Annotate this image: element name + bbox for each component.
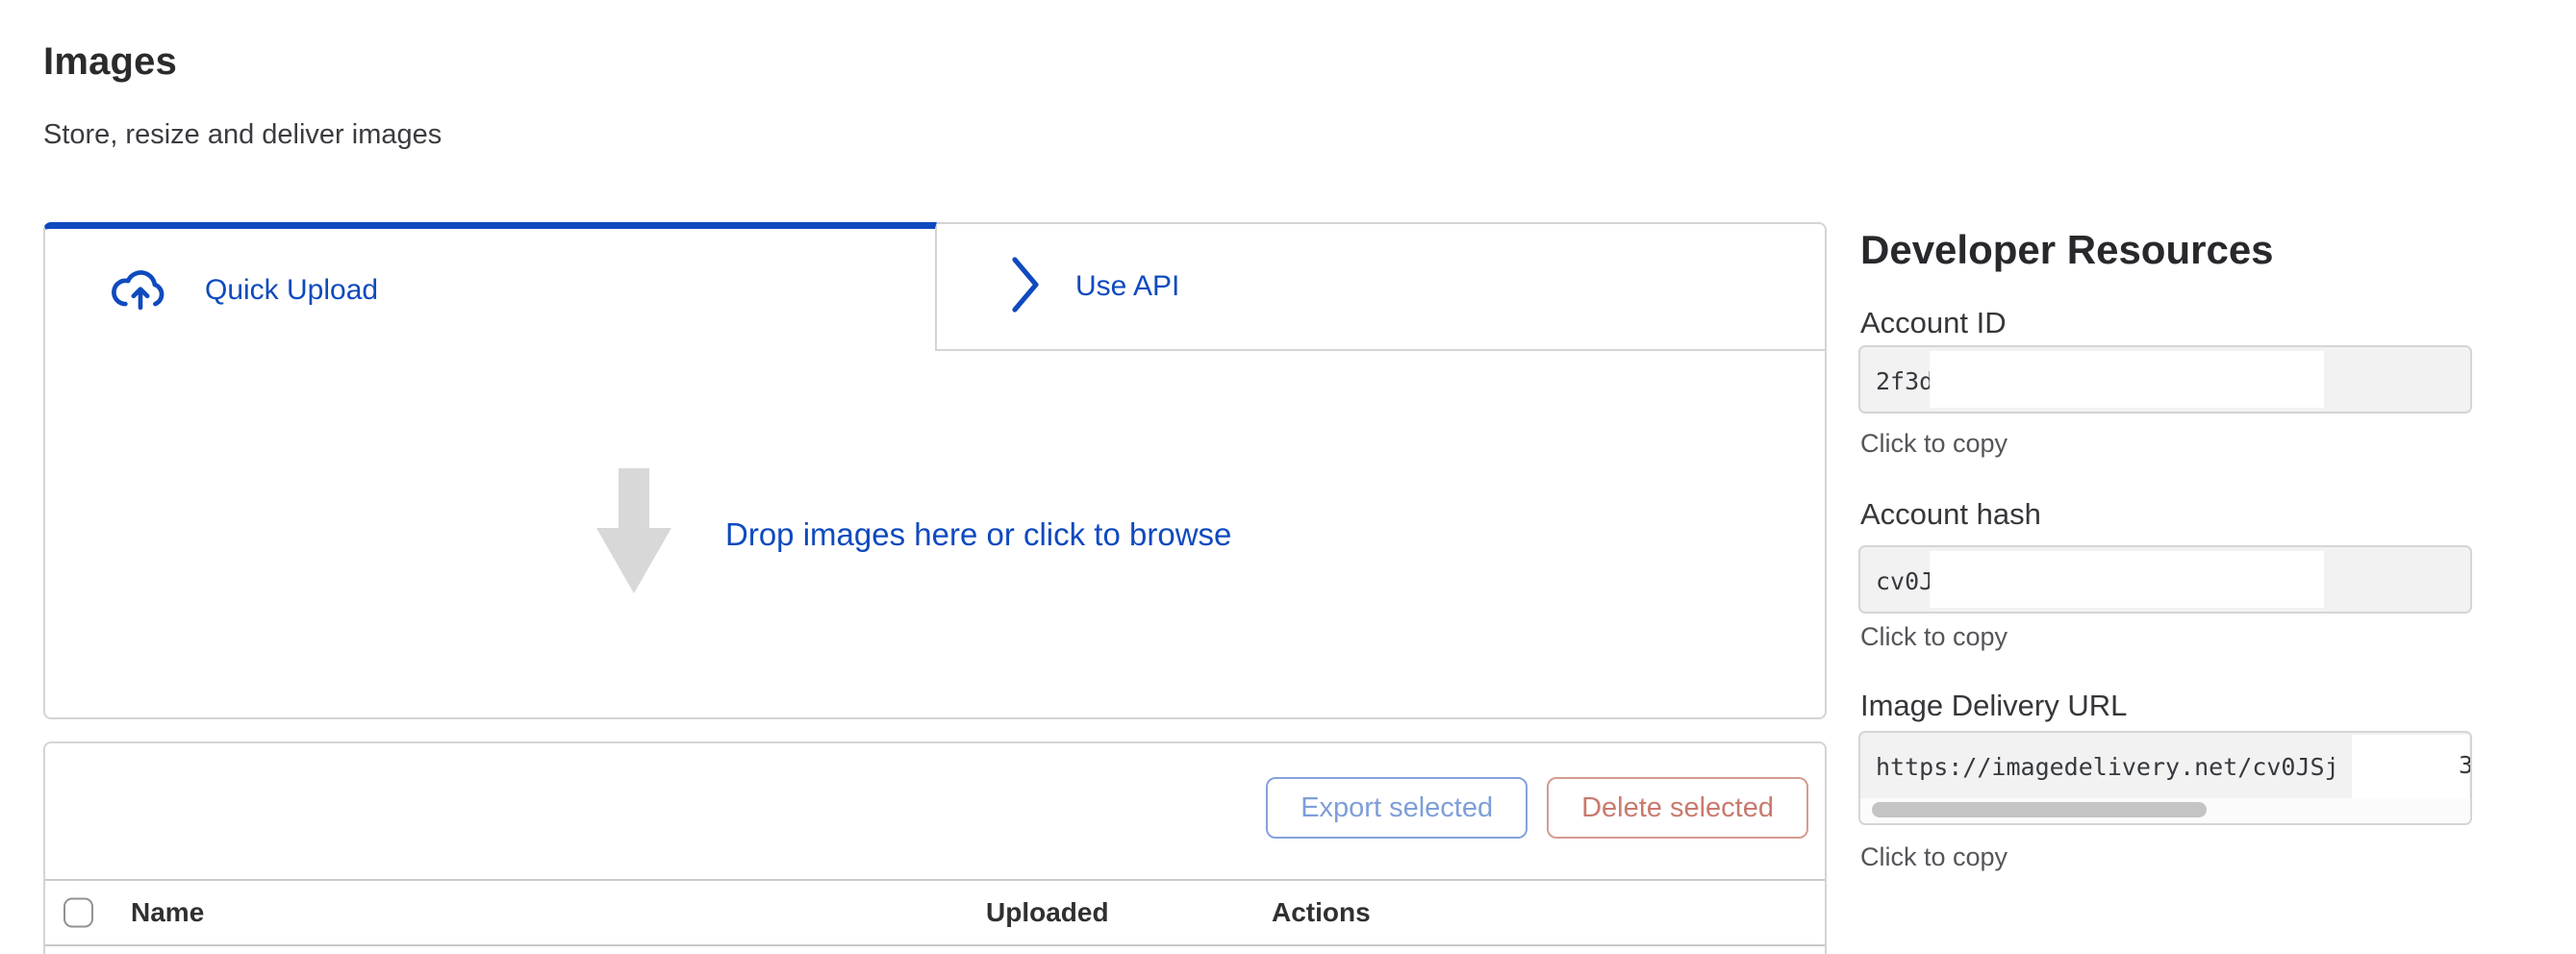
upload-panel: Quick Upload Use API Drop images here or… bbox=[43, 222, 1827, 954]
column-header-name: Name bbox=[131, 897, 204, 928]
account-hash-label: Account hash bbox=[1860, 497, 2041, 532]
images-page: Images Store, resize and deliver images … bbox=[0, 0, 2576, 954]
horizontal-scrollbar-thumb[interactable] bbox=[1872, 802, 2207, 817]
account-hash-value: cv0J bbox=[1876, 567, 1933, 595]
account-hash-copy-hint: Click to copy bbox=[1860, 622, 2008, 652]
select-all-checkbox[interactable] bbox=[63, 898, 93, 928]
column-header-actions: Actions bbox=[1272, 897, 1371, 928]
image-delivery-url-label: Image Delivery URL bbox=[1860, 689, 2127, 723]
account-id-copy-hint: Click to copy bbox=[1860, 429, 2008, 459]
chevron-right-icon bbox=[1010, 255, 1043, 319]
upload-tabs: Quick Upload Use API bbox=[43, 222, 1827, 351]
account-hash-field[interactable]: cv0J bbox=[1858, 545, 2472, 614]
redaction-overlay bbox=[1930, 551, 2324, 608]
tab-use-api-label: Use API bbox=[1075, 270, 1179, 303]
horizontal-scrollbar-track bbox=[1860, 798, 2470, 823]
account-id-field[interactable]: 2f3d bbox=[1858, 345, 2472, 414]
table-header-row: Name Uploaded Actions bbox=[45, 879, 1825, 946]
redaction-overlay bbox=[2352, 735, 2469, 798]
redacted-value-fragment: 3 bbox=[2459, 751, 2470, 786]
page-title: Images bbox=[43, 40, 177, 84]
developer-resources-panel: Developer Resources Account ID 2f3d Clic… bbox=[1858, 227, 2472, 919]
account-id-label: Account ID bbox=[1860, 306, 2007, 340]
redaction-overlay bbox=[1930, 351, 2324, 408]
developer-resources-heading: Developer Resources bbox=[1860, 227, 2274, 273]
arrow-down-icon bbox=[595, 468, 672, 600]
image-delivery-url-copy-hint: Click to copy bbox=[1860, 842, 2008, 872]
page-subtitle: Store, resize and deliver images bbox=[43, 119, 442, 151]
image-delivery-url-value: https://imagedelivery.net/cv0JSj bbox=[1876, 753, 2339, 781]
bulk-actions: Export selected Delete selected bbox=[1266, 777, 1808, 839]
tab-quick-upload[interactable]: Quick Upload bbox=[43, 222, 937, 351]
tab-quick-upload-label: Quick Upload bbox=[205, 274, 378, 307]
image-delivery-url-field[interactable]: https://imagedelivery.net/cv0JSj 3 bbox=[1858, 731, 2472, 825]
column-header-uploaded: Uploaded bbox=[986, 897, 1109, 928]
image-table-card: Export selected Delete selected Name Upl… bbox=[43, 741, 1827, 954]
account-id-value: 2f3d bbox=[1876, 367, 1933, 395]
image-dropzone[interactable]: Drop images here or click to browse bbox=[43, 351, 1827, 719]
export-selected-button[interactable]: Export selected bbox=[1266, 777, 1528, 839]
cloud-upload-icon bbox=[109, 264, 172, 316]
delete-selected-button[interactable]: Delete selected bbox=[1547, 777, 1808, 839]
tab-use-api[interactable]: Use API bbox=[937, 222, 1827, 351]
dropzone-label: Drop images here or click to browse bbox=[725, 516, 1231, 553]
